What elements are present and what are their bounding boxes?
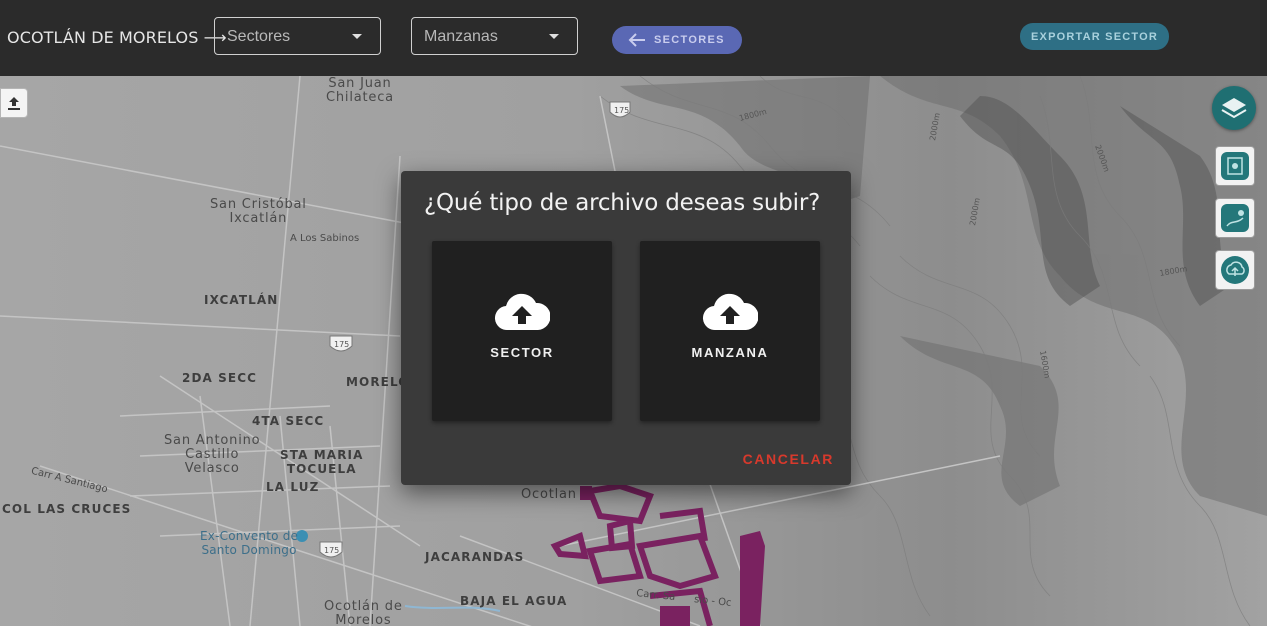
place-jacarandas: JACARANDAS [425, 550, 525, 564]
top-bar: OCOTLÁN DE MORELOS ⟶ Sectores Manzanas S… [0, 0, 1267, 76]
cloud-upload-icon [495, 293, 550, 331]
cloud-upload-map-icon [1221, 256, 1249, 284]
arrow-left-icon [628, 33, 645, 47]
upload-type-dialog: ¿Qué tipo de archivo deseas subir? SECTO… [401, 171, 851, 485]
upload-sector-label: SECTOR [490, 345, 554, 360]
place-san-cristobal-ixcatlan: San Cristóbal Ixcatlán [210, 197, 307, 226]
svg-text:175: 175 [614, 106, 629, 115]
place-ocotlan: Ocotlan [521, 487, 577, 502]
upload-manzana-label: MANZANA [691, 345, 769, 360]
export-sector-button[interactable]: EXPORTAR SECTOR [1020, 23, 1169, 50]
svg-text:175: 175 [334, 340, 349, 349]
svg-text:175: 175 [324, 546, 339, 555]
upload-sector-option[interactable]: SECTOR [432, 241, 612, 421]
place-ixcatlan: IXCATLÁN [204, 293, 279, 307]
place-2da-secc: 2DA SECC [182, 371, 258, 385]
place-baja-el-agua: BAJA EL AGUA [460, 594, 568, 608]
sectors-select-value: Sectores [227, 28, 291, 45]
breadcrumb: OCOTLÁN DE MORELOS ⟶ [7, 28, 227, 47]
place-san-antonino: San Antonino Castillo Velasco [164, 433, 261, 476]
place-los-sabinos: A Los Sabinos [290, 233, 360, 244]
place-4ta-secc: 4TA SECC [252, 414, 325, 428]
upload-manzana-option[interactable]: MANZANA [640, 241, 820, 421]
caret-down-icon [352, 34, 362, 39]
sectors-select[interactable]: Sectores [214, 17, 381, 55]
layers-button[interactable] [1212, 86, 1256, 130]
route-pin-icon [1221, 204, 1249, 232]
map-area-button[interactable] [1215, 146, 1255, 186]
place-san-juan-chilateca: San Juan Chilateca [326, 76, 394, 105]
place-la-luz: LA LUZ [266, 480, 320, 494]
upload-icon [8, 97, 20, 110]
blocks-select-value: Manzanas [424, 28, 498, 45]
back-button-label: SECTORES [654, 34, 725, 46]
cancel-button[interactable]: CANCELAR [743, 451, 834, 467]
place-ex-convento: Ex-Convento de Santo Domingo [200, 529, 299, 557]
blocks-select[interactable]: Manzanas [411, 17, 578, 55]
cloud-upload-icon [703, 293, 758, 331]
place-col-las-cruces: COL LAS CRUCES [2, 502, 132, 516]
place-ocotlan-de-morelos: Ocotlán de Morelos [324, 599, 403, 626]
map-upload-button[interactable] [0, 88, 28, 118]
caret-down-icon [549, 34, 559, 39]
back-to-sectors-button[interactable]: SECTORES [612, 26, 742, 54]
layers-icon [1221, 98, 1247, 119]
cloud-upload-map-button[interactable] [1215, 250, 1255, 290]
dialog-title: ¿Qué tipo de archivo deseas subir? [424, 190, 821, 216]
route-pin-button[interactable] [1215, 198, 1255, 238]
map-area-icon [1221, 152, 1249, 180]
place-sta-maria-tocuela: STA MARIA TOCUELA [280, 448, 364, 476]
